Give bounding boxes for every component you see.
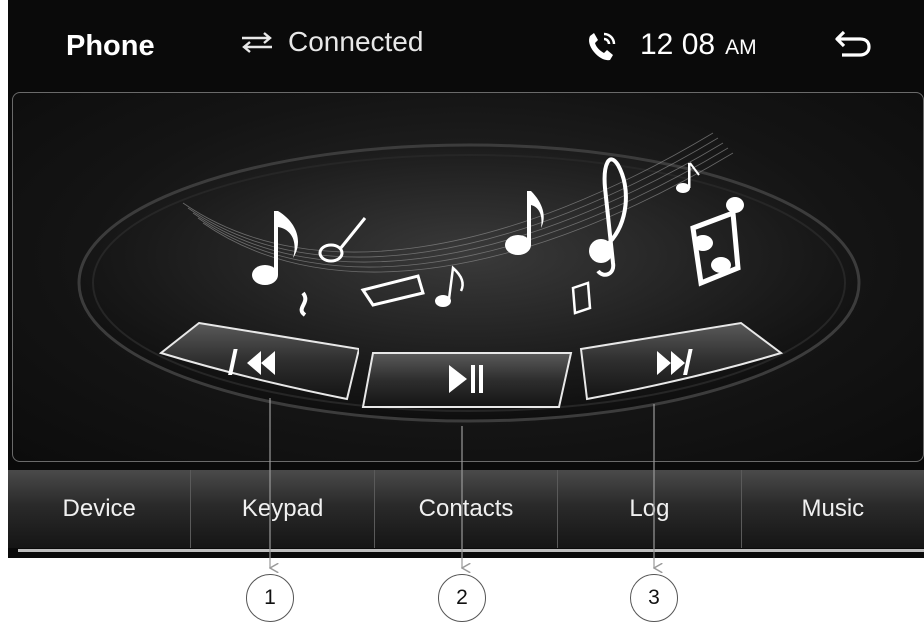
clock: 12 08 AM xyxy=(640,28,757,62)
tab-underline xyxy=(18,549,924,552)
page-title: Phone xyxy=(66,30,155,62)
connection-status: Connected xyxy=(240,26,423,58)
clock-ampm: AM xyxy=(725,36,757,59)
tab-bar: Device Keypad Contacts Log Music xyxy=(8,470,924,548)
status-bar: Phone Connected 12 08 AM xyxy=(8,0,924,88)
previous-track-button[interactable] xyxy=(157,319,359,405)
phone-ringing-icon xyxy=(589,32,616,61)
tab-music[interactable]: Music xyxy=(741,470,924,548)
skip-next-icon xyxy=(579,321,784,401)
connection-label: Connected xyxy=(288,26,424,57)
play-pause-button[interactable] xyxy=(361,351,573,411)
callout-1: 1 xyxy=(246,574,294,622)
play-pause-icon xyxy=(361,352,573,408)
callout-3: 3 xyxy=(630,574,678,622)
callout-2: 2 xyxy=(438,574,486,622)
tab-keypad[interactable]: Keypad xyxy=(191,470,375,548)
clock-time: 12 08 xyxy=(640,28,716,61)
swap-arrows-icon xyxy=(242,32,272,53)
next-track-button[interactable] xyxy=(575,319,785,405)
tab-contacts[interactable]: Contacts xyxy=(374,470,559,548)
tab-log[interactable]: Log xyxy=(558,470,742,548)
music-player-panel xyxy=(12,92,924,462)
tab-device[interactable]: Device xyxy=(8,470,192,548)
back-arrow-icon[interactable] xyxy=(834,28,872,60)
skip-previous-icon xyxy=(158,321,359,401)
